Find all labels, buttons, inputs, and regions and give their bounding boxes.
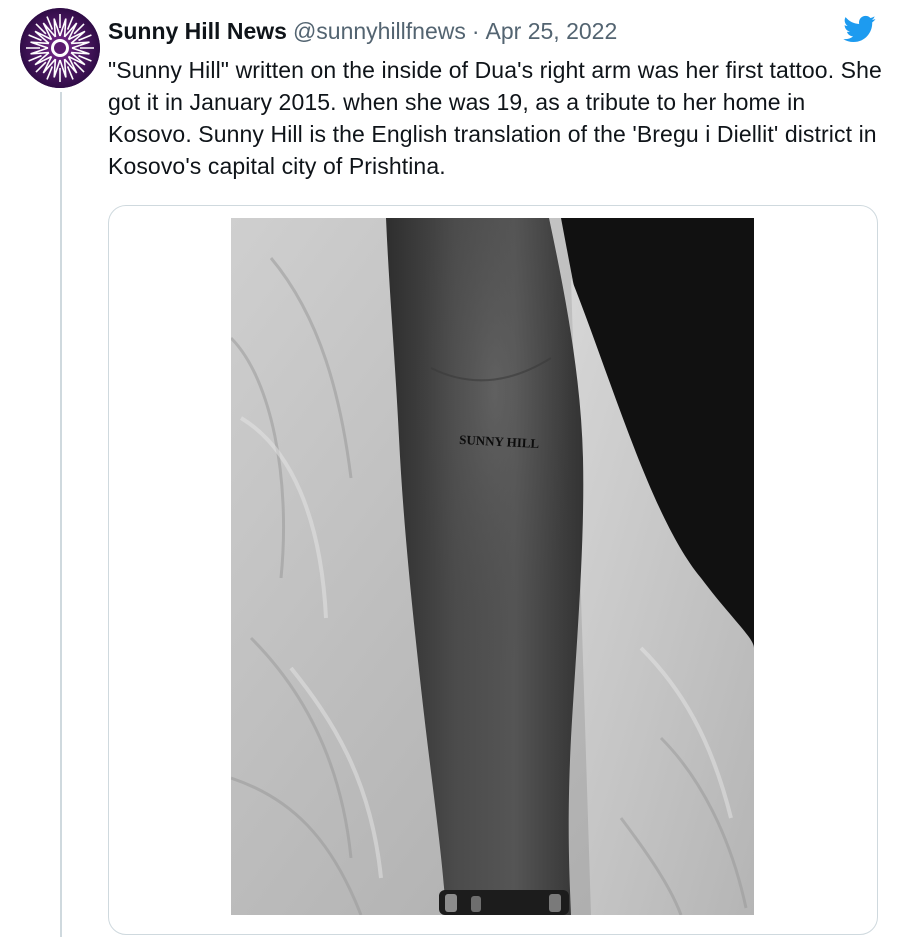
author-display-name[interactable]: Sunny Hill News	[108, 18, 287, 45]
tweet-date[interactable]: Apr 25, 2022	[486, 18, 618, 45]
tweet-photo[interactable]: SUNNY HILL	[231, 218, 754, 915]
sun-logo-icon	[20, 8, 100, 88]
avatar[interactable]	[20, 8, 100, 88]
media-card: SUNNY HILL	[108, 205, 878, 935]
author-handle[interactable]: @sunnyhillfnews	[293, 18, 466, 45]
bracelet	[439, 890, 569, 915]
thread-line	[60, 92, 62, 937]
header-separator: ·	[471, 17, 480, 44]
twitter-bird-icon[interactable]	[840, 12, 878, 46]
tweet-header: Sunny Hill News @sunnyhillfnews · Apr 25…	[108, 14, 617, 48]
tweet-text: "Sunny Hill" written on the inside of Du…	[108, 57, 882, 179]
